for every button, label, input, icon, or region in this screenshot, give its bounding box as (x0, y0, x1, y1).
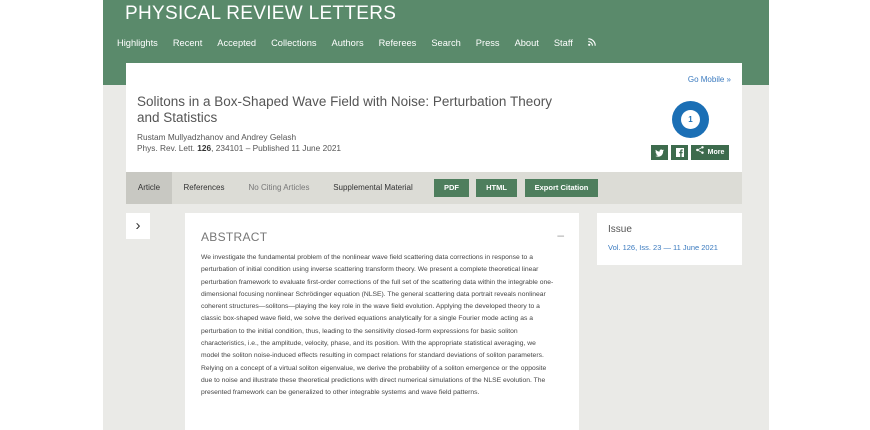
more-share-button[interactable]: More (691, 145, 729, 160)
altmetric-score: 1 (681, 110, 700, 129)
nav-referees[interactable]: Referees (379, 38, 417, 48)
chevron-right-icon[interactable]: › (126, 213, 150, 239)
main-nav: Highlights Recent Accepted Collections A… (117, 38, 596, 48)
twitter-icon[interactable] (651, 145, 668, 160)
tab-citing-articles[interactable]: No Citing Articles (236, 172, 322, 204)
tab-references[interactable]: References (172, 172, 236, 204)
article-citation: Phys. Rev. Lett. 126, 234101 – Published… (137, 143, 341, 153)
nav-recent[interactable]: Recent (173, 38, 202, 48)
nav-highlights[interactable]: Highlights (117, 38, 158, 48)
nav-accepted[interactable]: Accepted (217, 38, 256, 48)
nav-staff[interactable]: Staff (554, 38, 573, 48)
share-bar: More (651, 145, 732, 160)
rss-icon[interactable] (587, 38, 596, 48)
abstract-section: ABSTRACT – We investigate the fundamenta… (185, 213, 579, 430)
issue-box: Issue Vol. 126, Iss. 23 — 11 June 2021 (597, 213, 742, 265)
nav-press[interactable]: Press (476, 38, 500, 48)
html-button[interactable]: HTML (476, 179, 517, 197)
article-title: Solitons in a Box-Shaped Wave Field with… (137, 94, 552, 125)
issue-heading: Issue (608, 224, 632, 235)
export-citation-button[interactable]: Export Citation (525, 179, 598, 197)
facebook-icon[interactable] (671, 145, 688, 160)
journal-title[interactable]: PHYSICAL REVIEW LETTERS (125, 3, 396, 25)
altmetric-badge[interactable]: 1 (672, 101, 709, 138)
citation-prefix: Phys. Rev. Lett. (137, 143, 198, 153)
nav-collections[interactable]: Collections (271, 38, 316, 48)
pdf-button[interactable]: PDF (434, 179, 469, 197)
abstract-heading: ABSTRACT (201, 230, 268, 244)
go-mobile-link[interactable]: Go Mobile » (688, 75, 731, 84)
tab-supplemental-material[interactable]: Supplemental Material (322, 172, 424, 204)
article-header-card: Go Mobile » Solitons in a Box-Shaped Wav… (126, 63, 742, 174)
share-icon (695, 145, 704, 160)
abstract-text: We investigate the fundamental problem o… (201, 254, 554, 397)
nav-search[interactable]: Search (431, 38, 460, 48)
nav-authors[interactable]: Authors (332, 38, 364, 48)
citation-suffix: , 234101 – Published 11 June 2021 (211, 143, 342, 153)
article-tab-bar: Article References No Citing Articles Su… (126, 172, 742, 204)
article-authors: Rustam Mullyadzhanov and Andrey Gelash (137, 132, 297, 142)
tab-article[interactable]: Article (126, 172, 172, 204)
issue-link[interactable]: Vol. 126, Iss. 23 — 11 June 2021 (608, 243, 718, 252)
citation-volume: 126 (197, 143, 212, 153)
nav-about[interactable]: About (515, 38, 539, 48)
more-label: More (707, 149, 725, 156)
collapse-abstract-button[interactable]: – (557, 228, 564, 242)
